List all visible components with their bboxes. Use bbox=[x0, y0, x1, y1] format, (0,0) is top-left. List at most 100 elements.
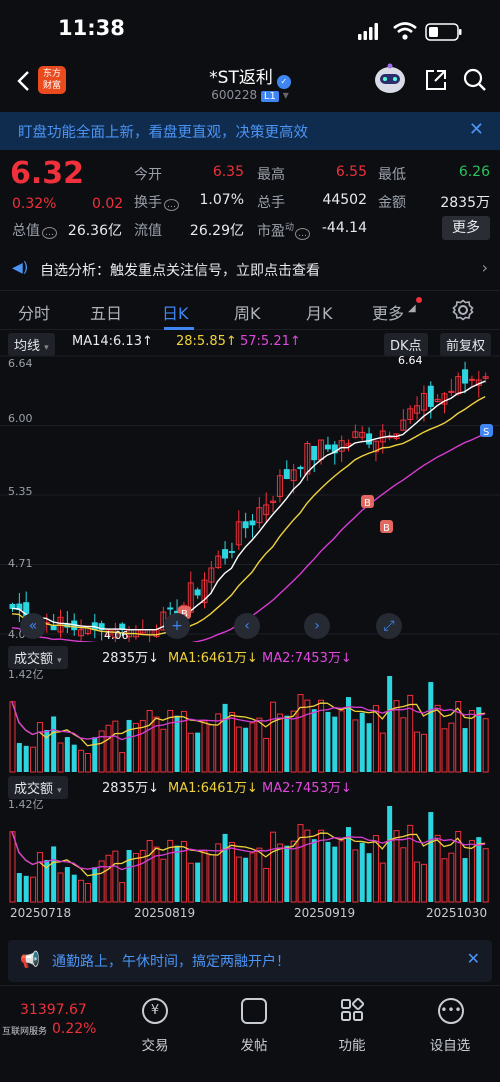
analysis-tip[interactable]: ◀) 自选分析：触发重点关注信号，立即点击查看 › bbox=[0, 253, 500, 287]
volume-bar bbox=[434, 834, 441, 903]
more-button[interactable]: 更多 bbox=[442, 216, 490, 240]
value-float-value: 26.29亿 bbox=[189, 223, 244, 239]
date-label: 20250718 bbox=[10, 906, 72, 920]
volume-bar bbox=[372, 705, 379, 773]
value-open: 6.35 bbox=[212, 164, 244, 180]
volume-bar bbox=[160, 728, 167, 773]
volume-chart-1[interactable]: 1.42亿 bbox=[0, 666, 500, 774]
volume-bar bbox=[304, 699, 311, 773]
quote-panel: 6.32 0.32% 0.02 总值… 26.36亿 今开 6.35 最高 6.… bbox=[0, 152, 500, 247]
volume-bar bbox=[325, 841, 331, 902]
candle bbox=[462, 369, 469, 384]
volume-bar bbox=[167, 709, 174, 773]
volume-bar bbox=[428, 812, 434, 902]
volume-bar bbox=[256, 717, 263, 773]
y-label-3: 5.35 bbox=[8, 485, 33, 498]
volume-bar bbox=[9, 701, 16, 773]
volume-bar bbox=[276, 713, 283, 773]
stock-title-wrap[interactable]: *ST返利 ✓ bbox=[0, 63, 500, 89]
volume-bar bbox=[23, 745, 29, 772]
next-icon[interactable]: › bbox=[304, 613, 330, 639]
close-icon[interactable]: ✕ bbox=[467, 949, 480, 968]
tab-more[interactable]: 更多 bbox=[372, 300, 404, 324]
volume-bar bbox=[393, 700, 400, 773]
tab-intraday[interactable]: 分时 bbox=[18, 300, 50, 324]
volume-bar bbox=[393, 830, 400, 903]
sell-marker[interactable]: S bbox=[480, 424, 493, 438]
volume-bar bbox=[249, 722, 256, 773]
tab-five-day[interactable]: 五日 bbox=[90, 300, 122, 324]
volume-bar bbox=[92, 737, 98, 772]
close-icon[interactable]: ✕ bbox=[469, 119, 484, 140]
volume-bar bbox=[84, 753, 91, 773]
volume-bar bbox=[290, 710, 297, 773]
volume-bar bbox=[434, 704, 441, 773]
volume-bar bbox=[276, 843, 283, 903]
prev-icon[interactable]: ‹ bbox=[234, 613, 260, 639]
fullscreen-icon[interactable]: ⤢ bbox=[376, 613, 402, 639]
volume-bar bbox=[222, 703, 228, 772]
ma14-line bbox=[11, 380, 486, 631]
megaphone-icon: 📢 bbox=[20, 950, 40, 969]
settings-gear-icon[interactable] bbox=[452, 299, 474, 321]
tab-daily-k[interactable]: 日K bbox=[162, 300, 189, 324]
volume-value: 2835万↓ bbox=[102, 781, 159, 796]
volume-bar bbox=[482, 718, 489, 773]
volume-bar bbox=[332, 716, 338, 772]
tab-weekly-k[interactable]: 周K bbox=[234, 300, 261, 324]
volume-bar bbox=[36, 722, 43, 773]
volume-bar bbox=[400, 717, 407, 773]
nav-functions[interactable]: 功能 bbox=[322, 1034, 382, 1054]
volume-bar bbox=[448, 722, 455, 773]
volume-bar bbox=[462, 728, 468, 772]
kline-chart[interactable]: 6.64 6.00 5.35 4.71 4.06 6.64 4.06 B B B… bbox=[0, 352, 500, 642]
buy-marker[interactable]: B bbox=[380, 520, 393, 534]
margin-account-tip[interactable]: 📢 通勤路上，午休时间，搞定两融开户！ ✕ bbox=[8, 940, 492, 982]
volume-bar bbox=[235, 726, 242, 773]
y-label-4: 4.71 bbox=[8, 557, 33, 570]
index-pct: 0.22% bbox=[52, 1021, 97, 1037]
candle bbox=[194, 589, 201, 596]
volume-bar bbox=[379, 862, 386, 903]
volume-bar bbox=[195, 732, 201, 772]
volume-bar bbox=[249, 852, 256, 903]
volume-bar bbox=[270, 831, 277, 903]
nav-set-watchlist[interactable]: 设自选 bbox=[420, 1034, 480, 1054]
volume-bar bbox=[338, 710, 345, 773]
stock-title: *ST返利 bbox=[209, 68, 273, 88]
volume-bar bbox=[105, 854, 112, 903]
zoom-in-icon[interactable]: + bbox=[164, 613, 190, 639]
volume-bar bbox=[441, 858, 448, 903]
volume-legend-1: 成交额 ▾ 2835万↓ MA1:6461万↓ MA2:7453万↓ bbox=[6, 646, 496, 669]
speaker-icon: ◀) bbox=[12, 260, 29, 276]
date-label: 20251030 bbox=[426, 906, 488, 920]
volume-legend-2: 成交额 ▾ 2835万↓ MA1:6461万↓ MA2:7453万↓ bbox=[6, 776, 496, 799]
ma14-label: MA14:6.13↑ bbox=[72, 334, 153, 349]
nav-trade[interactable]: 交易 bbox=[125, 1034, 185, 1054]
volume-bar bbox=[414, 861, 421, 903]
zoom-out-icon[interactable]: « bbox=[20, 613, 46, 639]
volume-bar bbox=[78, 879, 85, 903]
volume-bar bbox=[270, 701, 277, 773]
volume-bar bbox=[201, 850, 208, 903]
nav-post[interactable]: 发帖 bbox=[224, 1034, 284, 1054]
change-amount: 0.02 bbox=[92, 196, 124, 212]
volume-bar bbox=[51, 716, 57, 772]
ma57-label: 57:5.21↑ bbox=[240, 334, 301, 349]
value-turnover: 1.07% bbox=[199, 192, 244, 208]
value-total-value: 26.36亿 bbox=[67, 223, 122, 239]
volume-bar bbox=[16, 743, 22, 772]
volume-bar bbox=[359, 712, 365, 772]
volume-bar bbox=[174, 845, 180, 902]
volume-bar bbox=[235, 856, 242, 903]
volume-bar bbox=[208, 854, 215, 903]
buy-marker[interactable]: B bbox=[361, 495, 374, 509]
volume-bar bbox=[16, 873, 22, 902]
date-axis: 20250718 20250819 20250919 20251030 bbox=[0, 906, 500, 924]
tab-monthly-k[interactable]: 月K bbox=[306, 300, 333, 324]
feature-notice[interactable]: 盯盘功能全面上新，看盘更直观，决策更高效 ✕ bbox=[0, 112, 500, 150]
value-pe: -44.14 bbox=[321, 220, 367, 236]
label-low: 最低 bbox=[378, 167, 406, 183]
volume-chart-2[interactable]: 1.42亿 bbox=[0, 796, 500, 904]
stock-code-wrap[interactable]: 600228 L1 ▾ bbox=[0, 88, 500, 102]
